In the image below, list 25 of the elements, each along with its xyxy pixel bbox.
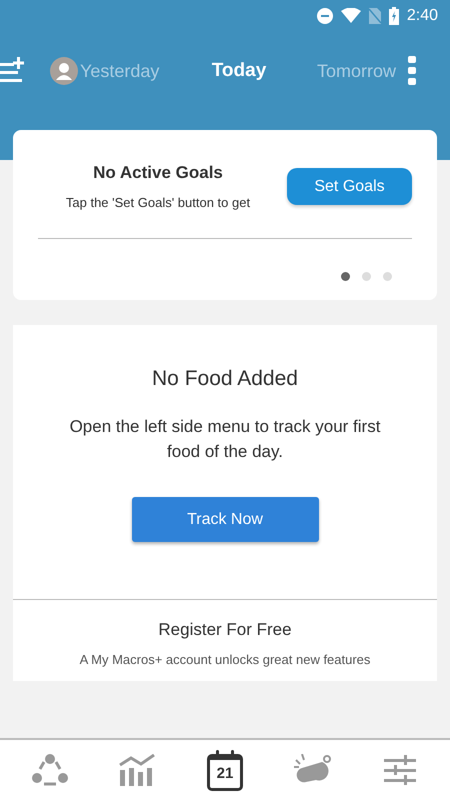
- goals-title: No Active Goals: [92, 163, 224, 183]
- food-title: No Food Added: [152, 367, 298, 391]
- bar-chart-icon[interactable]: [119, 754, 156, 786]
- register-title[interactable]: Register For Free: [158, 620, 292, 640]
- add-list-icon[interactable]: [0, 57, 26, 85]
- track-now-button[interactable]: Track Now: [132, 497, 318, 542]
- community-icon[interactable]: [32, 754, 68, 786]
- page-dot[interactable]: [341, 272, 350, 281]
- battery-charging-icon: [388, 7, 399, 25]
- goals-hint: Tap the 'Set Goals' button to get: [64, 195, 252, 210]
- sliders-icon[interactable]: [384, 755, 416, 785]
- avatar-icon[interactable]: [50, 57, 78, 85]
- food-message: Open the left side menu to track your first food of the day.: [68, 416, 382, 463]
- day-tab[interactable]: Tomorrow: [298, 60, 396, 82]
- wifi-icon: [340, 8, 361, 24]
- page-dot[interactable]: [383, 272, 392, 281]
- day-tab[interactable]: Today: [180, 60, 298, 82]
- more-icon[interactable]: [408, 56, 416, 86]
- page-dot[interactable]: [362, 272, 371, 281]
- day-tab[interactable]: Yesterday: [80, 60, 180, 82]
- set-goals-button[interactable]: Set Goals: [287, 168, 412, 205]
- no-sim-icon: [368, 8, 381, 24]
- status-time: 2:40: [406, 7, 438, 25]
- do-not-disturb-icon: [316, 8, 333, 24]
- register-text: A My Macros+ account unlocks great new features: [80, 652, 370, 667]
